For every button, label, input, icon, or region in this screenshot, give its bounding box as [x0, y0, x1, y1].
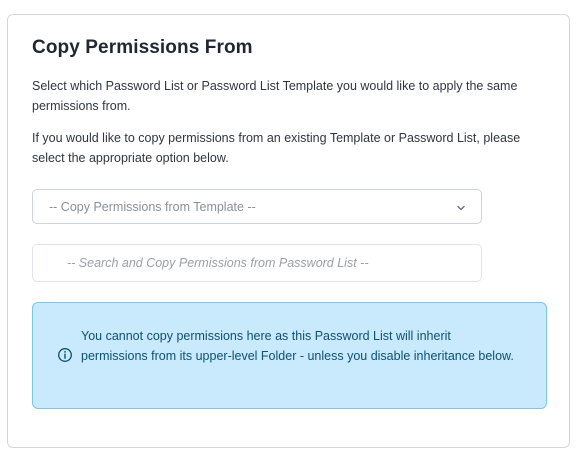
template-select[interactable]: -- Copy Permissions from Template --	[32, 189, 482, 224]
chevron-down-icon	[457, 205, 465, 211]
panel-title: Copy Permissions From	[32, 37, 253, 58]
inheritance-notice: You cannot copy permissions here as this…	[32, 302, 547, 409]
info-icon	[58, 348, 72, 362]
password-list-search-input[interactable]	[32, 244, 482, 282]
instructions-text: If you would like to copy permissions fr…	[32, 131, 521, 165]
template-select-value: -- Copy Permissions from Template --	[49, 200, 256, 214]
intro-text: Select which Password List or Password L…	[32, 79, 518, 113]
copy-permissions-panel: Copy Permissions From Select which Passw…	[7, 14, 570, 448]
notice-text: You cannot copy permissions here as this…	[81, 329, 514, 363]
